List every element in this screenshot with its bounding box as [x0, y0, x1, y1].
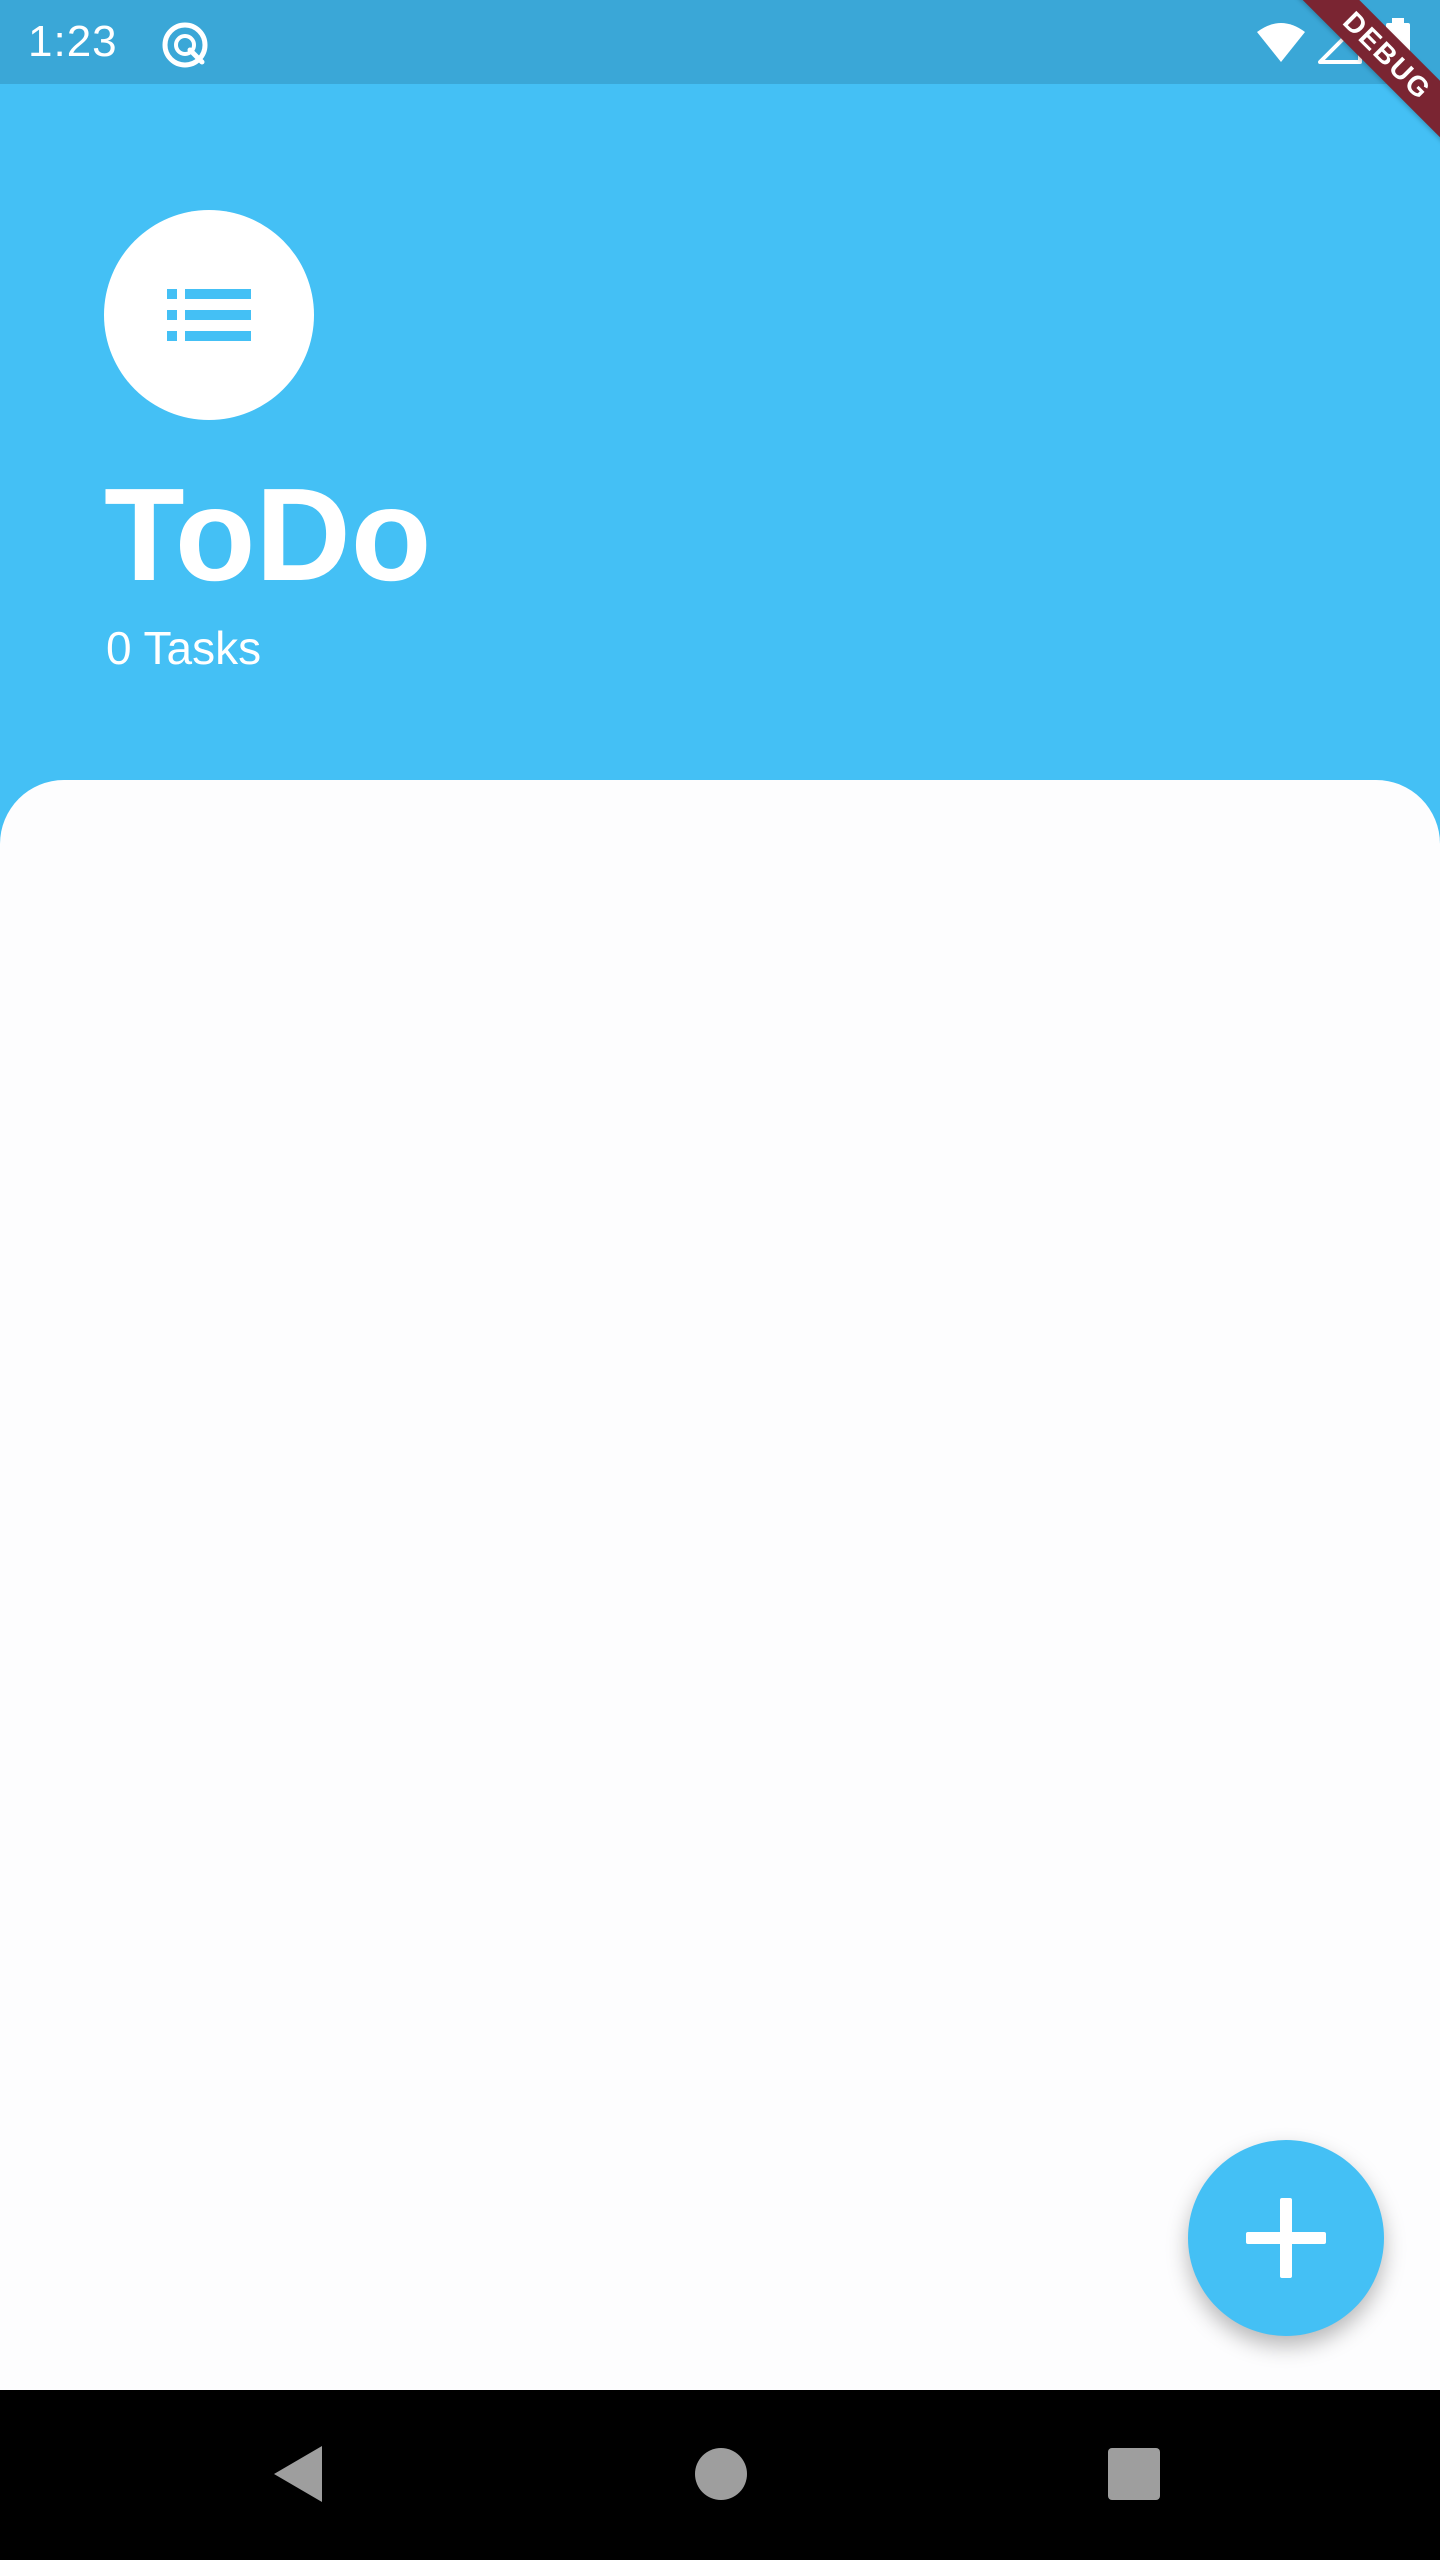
list-icon: [167, 289, 251, 341]
task-count: 0 Tasks: [106, 622, 262, 674]
home-icon[interactable]: [695, 2448, 747, 2500]
add-task-button[interactable]: [1188, 2140, 1384, 2336]
recents-icon[interactable]: [1108, 2448, 1160, 2500]
plus-icon: [1246, 2198, 1326, 2278]
status-bar: 1:23: [0, 0, 1440, 84]
page-title: ToDo: [104, 461, 432, 608]
status-time: 1:23: [28, 17, 118, 66]
task-list-panel: [0, 780, 1440, 2390]
wifi-icon: [1257, 23, 1305, 62]
navigation-bar: [0, 2390, 1440, 2560]
back-icon[interactable]: [270, 2444, 330, 2504]
app-screen: 1:23 DEBUG ToDo 0 Tasks: [0, 0, 1440, 2560]
app-notification-icon: [162, 22, 208, 68]
header-list-avatar: [104, 210, 314, 420]
